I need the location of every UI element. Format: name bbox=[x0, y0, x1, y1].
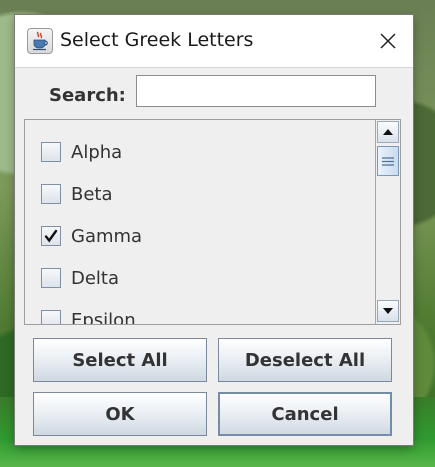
search-label: Search: bbox=[49, 85, 126, 106]
list-item-epsilon[interactable]: Epsilon bbox=[41, 306, 136, 324]
scroll-up-button[interactable] bbox=[377, 121, 399, 143]
select-all-button[interactable]: Select All bbox=[33, 338, 207, 382]
cancel-button[interactable]: Cancel bbox=[218, 392, 392, 436]
checkbox-gamma[interactable] bbox=[41, 226, 61, 246]
list-item-label: Gamma bbox=[71, 225, 143, 247]
letters-list: Alpha Beta Gamma Delta Epsilon bbox=[25, 120, 376, 324]
list-item-gamma[interactable]: Gamma bbox=[41, 222, 142, 250]
checkbox-epsilon[interactable] bbox=[41, 310, 61, 324]
window-title: Select Greek Letters bbox=[60, 29, 254, 51]
select-greek-letters-dialog: Select Greek Letters Search: Alpha Beta bbox=[15, 15, 413, 445]
list-item-label: Alpha bbox=[71, 141, 123, 163]
list-item-delta[interactable]: Delta bbox=[41, 264, 119, 292]
grip-icon bbox=[382, 156, 394, 166]
checkbox-alpha[interactable] bbox=[41, 142, 61, 162]
arrow-up-icon bbox=[383, 129, 393, 135]
deselect-all-button[interactable]: Deselect All bbox=[218, 338, 392, 382]
list-item-label: Beta bbox=[71, 183, 113, 205]
list-item-label: Delta bbox=[71, 267, 120, 289]
vertical-scrollbar[interactable] bbox=[375, 120, 400, 324]
list-item-alpha[interactable]: Alpha bbox=[41, 138, 122, 166]
close-icon bbox=[380, 33, 396, 49]
search-input[interactable] bbox=[136, 75, 376, 107]
checkbox-delta[interactable] bbox=[41, 268, 61, 288]
checkbox-beta[interactable] bbox=[41, 184, 61, 204]
scroll-thumb[interactable] bbox=[377, 146, 399, 176]
check-mark-icon bbox=[44, 229, 58, 243]
list-item-label: Epsilon bbox=[71, 309, 136, 325]
list-item-beta[interactable]: Beta bbox=[41, 180, 113, 208]
letters-list-panel: Alpha Beta Gamma Delta Epsilon bbox=[24, 119, 401, 325]
scroll-down-button[interactable] bbox=[377, 300, 399, 322]
title-bar[interactable]: Select Greek Letters bbox=[15, 15, 413, 68]
arrow-down-icon bbox=[383, 308, 393, 314]
close-button[interactable] bbox=[371, 25, 405, 57]
ok-button[interactable]: OK bbox=[33, 392, 207, 436]
java-cup-icon bbox=[27, 28, 53, 54]
